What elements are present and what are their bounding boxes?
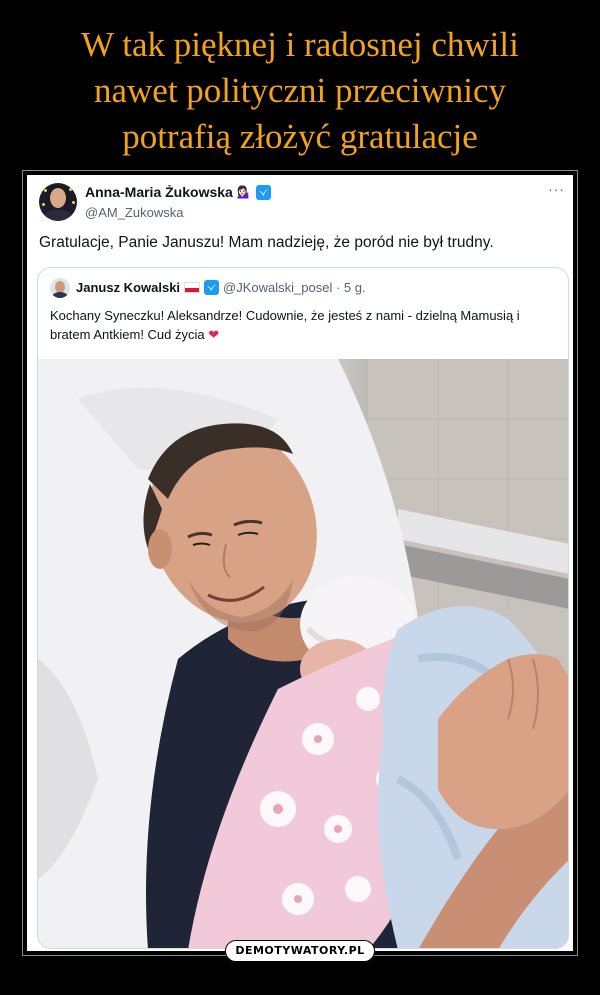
- author-name-row[interactable]: Anna-Maria Żukowska 💁🏻‍♀️: [85, 184, 271, 200]
- headline-line-2: nawet polityczni przeciwnicy: [93, 71, 507, 110]
- tweet-text: Gratulacje, Panie Januszu! Mam nadzieję,…: [39, 234, 494, 251]
- quoted-tweet[interactable]: Janusz Kowalski @JKowalski_posel · 5 g. …: [37, 267, 569, 949]
- father-holding-newborn-photo[interactable]: [38, 359, 568, 948]
- verified-badge-icon: [204, 280, 220, 295]
- watermark: DEMOTYWATORY.PL: [225, 940, 375, 962]
- tweet-card[interactable]: Anna-Maria Żukowska 💁🏻‍♀️ @AM_Zukowska ·…: [27, 175, 573, 951]
- author-handle[interactable]: @AM_Zukowska: [85, 205, 183, 220]
- more-options-icon[interactable]: ···: [548, 181, 565, 197]
- quoted-handle-and-time[interactable]: @JKowalski_posel · 5 g.: [223, 280, 366, 295]
- headline-line-3: potrafią złożyć gratulacje: [122, 117, 478, 156]
- headline-line-1: W tak pięknej i radosnej chwili: [81, 25, 519, 64]
- quoted-author-name[interactable]: Janusz Kowalski: [76, 280, 180, 295]
- woman-tipping-hand-emoji-icon: 💁🏻‍♀️: [236, 185, 252, 199]
- verified-badge-icon: [255, 184, 271, 200]
- author-name[interactable]: Anna-Maria Żukowska: [85, 184, 233, 200]
- quoted-tweet-text: Kochany Syneczku! Aleksandrze! Cudownie,…: [50, 306, 550, 344]
- quoted-author-avatar[interactable]: [50, 278, 70, 298]
- quoted-tweet-body: Kochany Syneczku! Aleksandrze! Cudownie,…: [50, 308, 520, 342]
- headline: W tak pięknej i radosnej chwili nawet po…: [0, 22, 600, 160]
- author-avatar[interactable]: [39, 183, 77, 221]
- quoted-tweet-header: Janusz Kowalski @JKowalski_posel · 5 g.: [76, 280, 366, 295]
- poland-flag-icon: [184, 282, 201, 293]
- red-heart-icon: ❤: [208, 327, 220, 342]
